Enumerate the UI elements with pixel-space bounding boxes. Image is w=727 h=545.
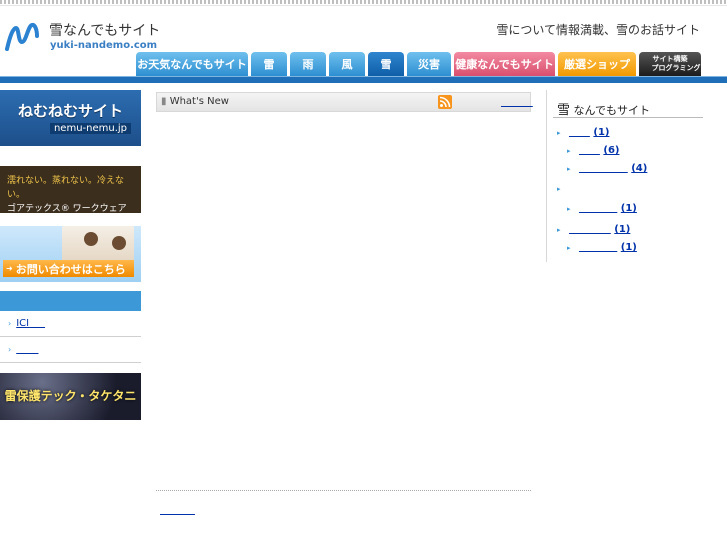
tab-shop[interactable]: 厳選ショップ	[558, 52, 636, 76]
rss-icon[interactable]	[438, 95, 452, 109]
tab-kenkou[interactable]: 健康なんでもサイト	[454, 52, 555, 76]
nemu-banner-title: ねむねむサイト	[17, 102, 123, 120]
category-item: ▸ (1)	[557, 127, 609, 138]
site-logo-icon[interactable]	[4, 22, 40, 52]
site-name[interactable]: 雪なんでもサイト	[49, 20, 160, 40]
main-divider	[156, 490, 531, 491]
whats-new-title: ▮ What's New	[161, 96, 229, 107]
category-item: ▸ (4)	[567, 163, 647, 174]
right-title-rest: なんでもサイト	[570, 104, 650, 117]
tab-programming[interactable]: サイト構築 プログラミング	[639, 52, 701, 76]
top-border-line	[0, 5, 727, 6]
chevron-right-icon: ›	[8, 319, 12, 328]
nemu-banner-url: nemu-nemu.jp	[49, 123, 132, 134]
tab-kaze[interactable]: 風	[329, 52, 365, 76]
lightning-banner-title: 雷保護テック・タケタニ	[4, 389, 137, 403]
tab-ame[interactable]: 雨	[290, 52, 326, 76]
person-icon	[112, 236, 126, 250]
sidebar-link-item: ›	[0, 337, 141, 363]
triangle-right-icon: ▸	[567, 147, 571, 155]
whats-new-label: What's New	[169, 96, 229, 107]
tab-kaminari[interactable]: 雷	[251, 52, 287, 76]
whats-new-header: ▮ What's New	[156, 92, 531, 112]
triangle-right-icon: ▸	[567, 205, 571, 213]
category-count[interactable]: (4)	[631, 163, 647, 174]
category-item: ▸ (1)	[567, 203, 637, 214]
sidebar-link-ici-extra[interactable]	[29, 318, 45, 329]
sidebar-link-ici[interactable]: ICI	[16, 318, 29, 329]
category-link[interactable]	[579, 203, 617, 214]
triangle-right-icon: ▸	[557, 129, 561, 137]
triangle-right-icon: ▸	[567, 244, 571, 252]
sidebar-link-2[interactable]	[16, 344, 38, 355]
category-count[interactable]: (1)	[593, 127, 609, 138]
goretex-banner-line2: ゴアテックス® ワークウェア	[7, 204, 127, 213]
nemu-banner[interactable]: ねむねむサイト nemu-nemu.jp	[0, 90, 141, 146]
tab-saigai[interactable]: 災害	[407, 52, 451, 76]
category-item: ▸	[557, 183, 566, 194]
category-item: ▸ (1)	[557, 224, 630, 235]
category-item: ▸ (1)	[567, 242, 637, 253]
bullet-icon: ▮	[161, 96, 167, 107]
sidebar-link-item: › ICI	[0, 311, 141, 337]
right-sidebar: 雪 なんでもサイト ▸ (1) ▸ (6) ▸ (4) ▸ ▸ (1) ▸ (1…	[546, 90, 707, 262]
tab-programming-line1: サイト構築	[652, 55, 688, 63]
category-item: ▸ (6)	[567, 145, 619, 156]
triangle-right-icon: ▸	[567, 165, 571, 173]
lightning-banner[interactable]: 雷保護テック・タケタニ	[0, 373, 141, 420]
goretex-banner[interactable]: 濡れない。蒸れない。冷えない。 ゴアテックス® ワークウェア	[0, 166, 141, 213]
category-count[interactable]: (1)	[621, 242, 637, 253]
category-link[interactable]	[569, 127, 590, 138]
tab-programming-line2: プログラミング	[651, 64, 701, 72]
top-border	[0, 0, 727, 4]
category-link[interactable]	[579, 163, 628, 174]
category-count[interactable]: (6)	[603, 145, 619, 156]
tab-yuki[interactable]: 雪	[368, 52, 404, 76]
right-title-underline	[553, 117, 703, 118]
nav-underline	[0, 76, 727, 83]
category-link[interactable]	[579, 145, 600, 156]
triangle-right-icon: ▸	[557, 185, 561, 193]
triangle-right-icon: ▸	[557, 226, 561, 234]
contact-banner[interactable]: ➜ お問い合わせはこちら	[0, 226, 141, 282]
category-link[interactable]	[569, 224, 611, 235]
sidebar-section-header	[0, 291, 141, 311]
right-title-kanji: 雪	[557, 103, 571, 118]
category-count[interactable]: (1)	[621, 203, 637, 214]
whats-new-more-link[interactable]	[501, 97, 533, 108]
footer-link[interactable]	[160, 505, 195, 516]
site-tagline: 雪について情報満載、雪のお話サイト	[496, 23, 700, 37]
right-sidebar-title: 雪 なんでもサイト	[557, 99, 650, 118]
goretex-banner-line1: 濡れない。蒸れない。冷えない。	[7, 176, 125, 200]
arrow-right-icon: ➜	[6, 264, 13, 273]
tab-otenki[interactable]: お天気なんでもサイト	[136, 52, 248, 76]
category-count[interactable]: (1)	[614, 224, 630, 235]
contact-button-label: お問い合わせはこちら	[15, 262, 126, 276]
person-icon	[84, 232, 98, 246]
site-url[interactable]: yuki-nandemo.com	[50, 40, 157, 51]
category-link[interactable]	[579, 242, 617, 253]
contact-button[interactable]: ➜ お問い合わせはこちら	[3, 260, 134, 277]
chevron-right-icon: ›	[8, 345, 12, 354]
